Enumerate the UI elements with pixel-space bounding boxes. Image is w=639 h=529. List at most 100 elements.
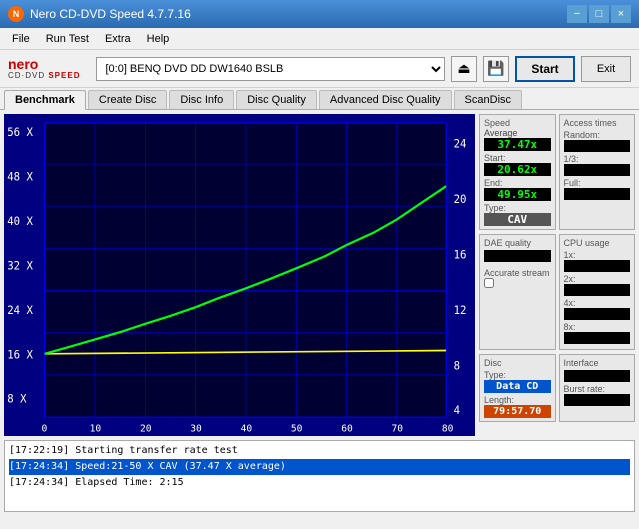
titlebar: N Nero CD-DVD Speed 4.7.7.16 − □ × [0, 0, 639, 28]
random-label: Random: [564, 130, 631, 140]
eject-button[interactable]: ⏏ [451, 56, 477, 82]
onethird-label: 1/3: [564, 154, 631, 164]
burst-rate-bar [564, 394, 631, 406]
log-line-2: [17:24:34] Elapsed Time: 2:15 [9, 475, 630, 491]
app-logo: nero CD·DVD SPEED [8, 57, 80, 80]
right-panel: Speed Average 37.47x Start: 20.62x End: … [479, 110, 639, 440]
accurate-stream-label: Accurate stream [484, 268, 551, 278]
close-button[interactable]: × [611, 5, 631, 23]
interface-title: Interface [564, 358, 631, 368]
end-label: End: [484, 178, 519, 188]
speed-chart: 56 X 48 X 40 X 32 X 24 X 16 X 8 X 24 20 … [4, 114, 475, 436]
cpu-4x-label: 4x: [564, 298, 631, 308]
burst-rate-label: Burst rate: [564, 384, 631, 394]
type-label: Type: [484, 203, 519, 213]
disc-type-label: Type: [484, 370, 551, 380]
minimize-button[interactable]: − [567, 5, 587, 23]
svg-text:80: 80 [442, 423, 454, 434]
tab-scandisc[interactable]: ScanDisc [454, 90, 522, 109]
full-label: Full: [564, 178, 631, 188]
tab-advanced-disc-quality[interactable]: Advanced Disc Quality [319, 90, 452, 109]
tab-disc-quality[interactable]: Disc Quality [236, 90, 317, 109]
log-line-0: [17:22:19] Starting transfer rate test [9, 443, 630, 459]
dae-bar [484, 250, 551, 262]
svg-text:24: 24 [454, 137, 467, 150]
exit-button[interactable]: Exit [581, 56, 631, 82]
svg-text:40: 40 [241, 423, 253, 434]
save-button[interactable]: 💾 [483, 56, 509, 82]
cpu-section: CPU usage 1x: 2x: 4x: 8x: [559, 234, 636, 350]
cpu-1x-bar [564, 260, 631, 272]
start-value: 20.62x [484, 163, 551, 176]
speed-title: Speed [484, 118, 551, 128]
cpu-8x-label: 8x: [564, 322, 631, 332]
maximize-button[interactable]: □ [589, 5, 609, 23]
disc-length-value: 79:57.70 [484, 405, 551, 418]
svg-text:8: 8 [454, 359, 460, 372]
logo-sub: CD·DVD SPEED [8, 71, 80, 80]
disc-section: Disc Type: Data CD Length: 79:57.70 [479, 354, 556, 422]
onethird-bar [564, 164, 631, 176]
svg-text:70: 70 [392, 423, 404, 434]
dae-title: DAE quality [484, 238, 551, 248]
dae-section: DAE quality Accurate stream [479, 234, 556, 350]
svg-text:50: 50 [291, 423, 303, 434]
titlebar-title: Nero CD-DVD Speed 4.7.7.16 [30, 7, 567, 21]
average-value: 37.47x [484, 138, 551, 151]
cpu-4x-bar [564, 308, 631, 320]
end-value: 49.95x [484, 188, 551, 201]
full-bar [564, 188, 631, 200]
interface-bar [564, 370, 631, 382]
svg-text:20: 20 [140, 423, 152, 434]
svg-text:32 X: 32 X [7, 259, 33, 272]
log-area: [17:22:19] Starting transfer rate test [… [4, 440, 635, 512]
disc-type-value: Data CD [484, 380, 551, 393]
cpu-2x-bar [564, 284, 631, 296]
tab-create-disc[interactable]: Create Disc [88, 90, 167, 109]
type-value: CAV [484, 213, 551, 226]
svg-text:30: 30 [190, 423, 202, 434]
random-bar [564, 140, 631, 152]
logo-nero: nero [8, 57, 80, 71]
svg-text:10: 10 [90, 423, 102, 434]
svg-text:0: 0 [41, 423, 47, 434]
svg-text:60: 60 [341, 423, 353, 434]
start-button[interactable]: Start [515, 56, 575, 82]
cpu-8x-bar [564, 332, 631, 344]
svg-text:24 X: 24 X [7, 304, 33, 317]
access-times-section: Access times Random: 1/3: Full: [559, 114, 636, 230]
start-label: Start: [484, 153, 519, 163]
svg-text:12: 12 [454, 304, 467, 317]
svg-text:16: 16 [454, 248, 467, 261]
menu-extra[interactable]: Extra [97, 28, 139, 50]
svg-text:56 X: 56 X [7, 126, 33, 139]
menu-file[interactable]: File [4, 28, 38, 50]
accurate-stream-checkbox[interactable] [484, 278, 494, 288]
access-times-title: Access times [564, 118, 631, 128]
tab-disc-info[interactable]: Disc Info [169, 90, 234, 109]
cpu-1x-label: 1x: [564, 250, 631, 260]
chart-area: 56 X 48 X 40 X 32 X 24 X 16 X 8 X 24 20 … [4, 114, 475, 436]
cpu-2x-label: 2x: [564, 274, 631, 284]
app-icon: N [8, 6, 24, 22]
drive-selector[interactable]: [0:0] BENQ DVD DD DW1640 BSLB [96, 57, 445, 81]
disc-title: Disc [484, 358, 551, 368]
speed-section: Speed Average 37.47x Start: 20.62x End: … [479, 114, 556, 230]
tab-benchmark[interactable]: Benchmark [4, 90, 86, 110]
svg-text:8 X: 8 X [7, 393, 27, 406]
svg-text:4: 4 [454, 404, 461, 417]
svg-text:48 X: 48 X [7, 170, 33, 183]
tabs: Benchmark Create Disc Disc Info Disc Qua… [0, 88, 639, 110]
cpu-title: CPU usage [564, 238, 631, 248]
menu-help[interactable]: Help [139, 28, 178, 50]
interface-section: Interface Burst rate: [559, 354, 636, 422]
disc-length-label: Length: [484, 395, 551, 405]
svg-text:40 X: 40 X [7, 215, 33, 228]
svg-text:20: 20 [454, 193, 467, 206]
average-label: Average [484, 128, 519, 138]
menubar: File Run Test Extra Help [0, 28, 639, 50]
window-controls: − □ × [567, 5, 631, 23]
menu-runtest[interactable]: Run Test [38, 28, 97, 50]
svg-text:16 X: 16 X [7, 348, 33, 361]
main-content: 56 X 48 X 40 X 32 X 24 X 16 X 8 X 24 20 … [0, 110, 639, 440]
